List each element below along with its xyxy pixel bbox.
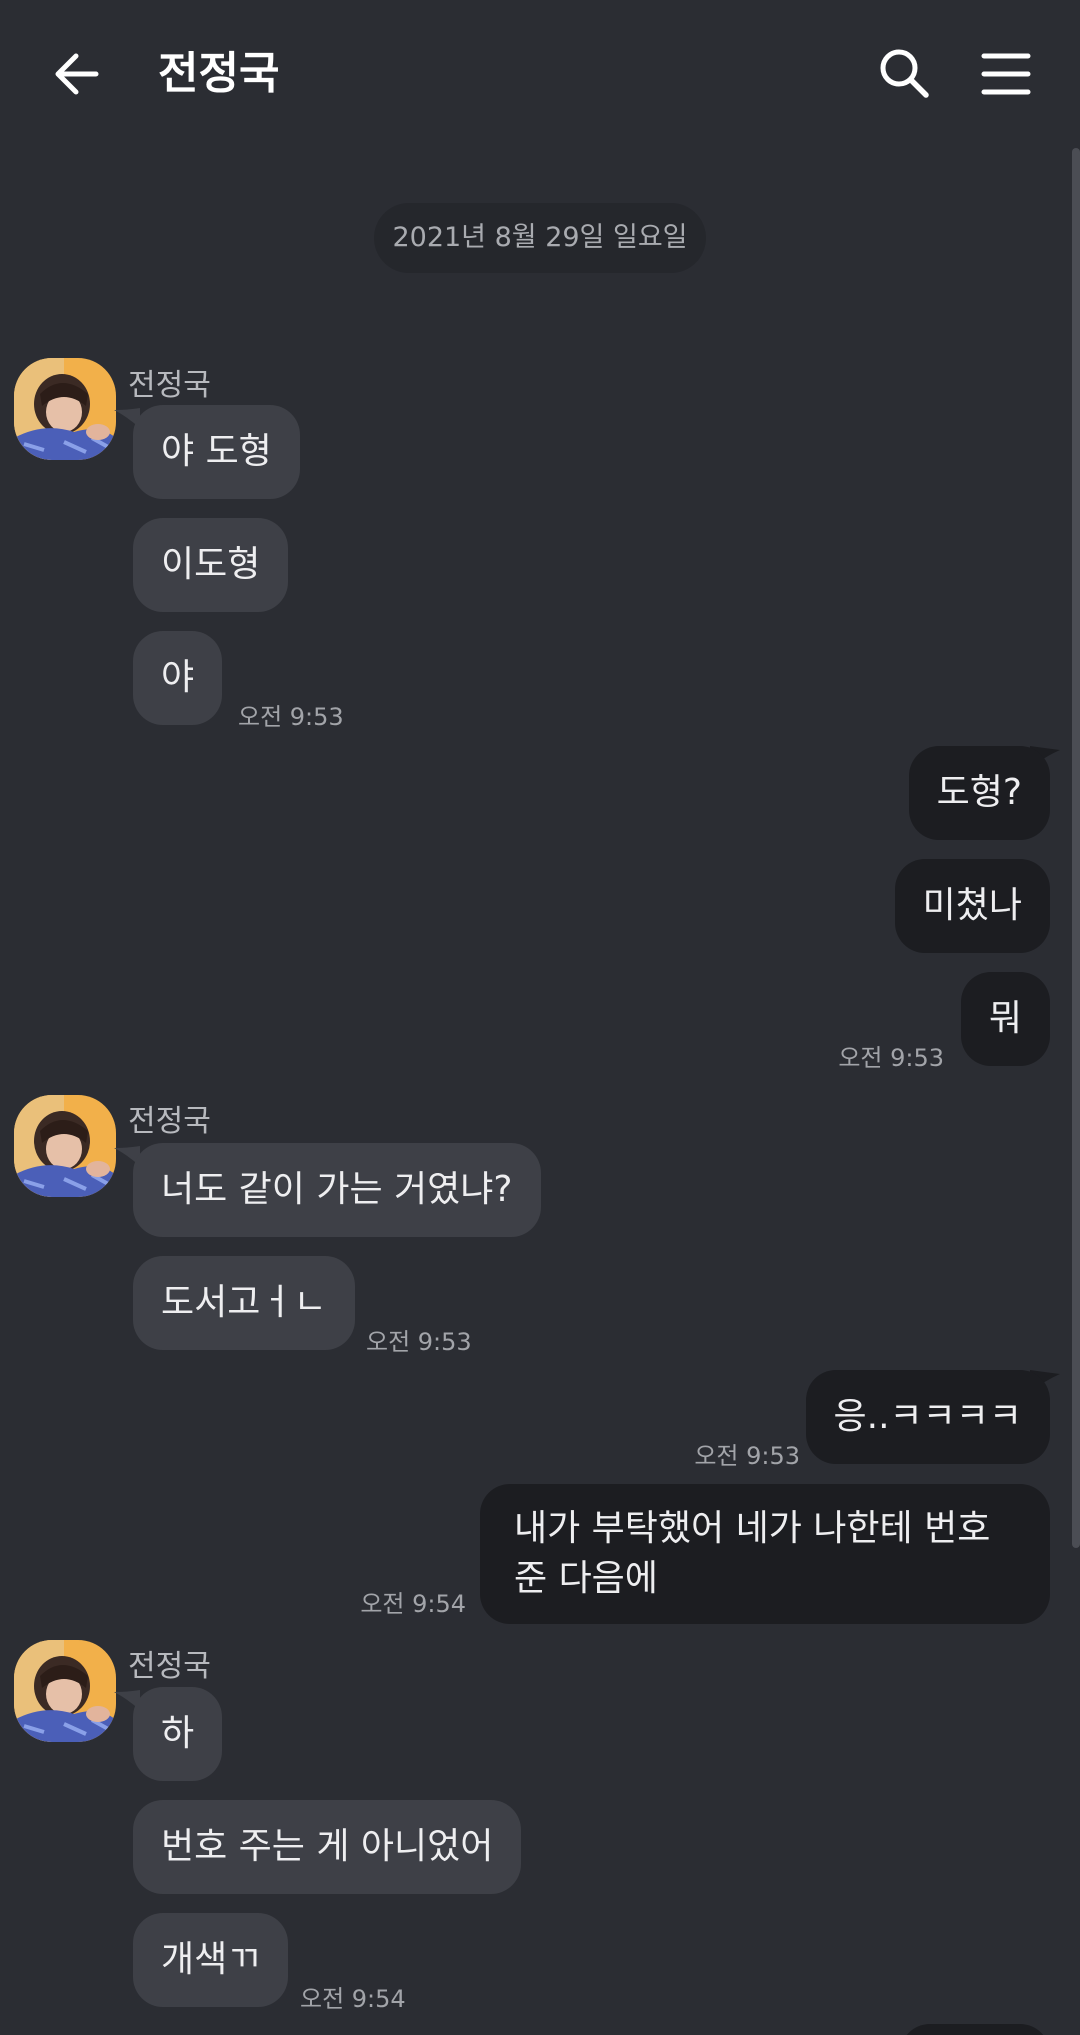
message-bubble[interactable]: 야 도형 <box>133 405 300 499</box>
message-time: 오전 9:53 <box>366 1328 472 1356</box>
scrollbar[interactable] <box>1072 148 1080 1548</box>
message-time: 오전 9:54 <box>300 1985 406 2013</box>
message-time: 오전 9:53 <box>694 1442 800 1470</box>
hamburger-menu-icon <box>981 53 1031 95</box>
message-bubble[interactable]: 도서고ㅓㄴ <box>133 1256 355 1350</box>
avatar[interactable] <box>14 1095 116 1197</box>
message-bubble[interactable]: 이도형 <box>133 518 289 612</box>
message-bubble[interactable]: 야 <box>133 631 223 725</box>
search-icon <box>880 49 929 98</box>
message-bubble[interactable]: 너도 같이 가는 거였냐? <box>133 1143 541 1237</box>
avatar[interactable] <box>14 1640 116 1742</box>
avatar-image <box>14 1095 116 1197</box>
chat-screen: 전정국 2021년 8월 29일 일요일 전정국 야 도형 이도형 야 오전 9… <box>0 0 1080 2035</box>
avatar-image <box>14 358 116 460</box>
sender-name: 전정국 <box>128 1104 211 1139</box>
message-bubble[interactable]: 하 <box>133 1687 223 1781</box>
message-bubble[interactable]: 내가 부탁했어 네가 나한테 번호 준 다음에 <box>480 1484 1050 1624</box>
sender-name: 전정국 <box>128 368 211 403</box>
message-bubble[interactable]: 뭐 <box>960 972 1050 1066</box>
arrow-left-icon <box>55 53 99 95</box>
chat-title: 전정국 <box>158 48 280 99</box>
message-bubble[interactable]: 응..ㅋㅋㅋㅋ <box>805 1370 1050 1464</box>
message-time: 오전 9:53 <box>238 703 344 731</box>
message-bubble[interactable]: 번호 주는 게 아니었어 <box>133 1800 522 1894</box>
date-divider: 2021년 8월 29일 일요일 <box>374 203 706 273</box>
message-bubble[interactable]: 도형? <box>908 746 1050 840</box>
message-bubble-partial[interactable] <box>900 2024 1050 2035</box>
search-button[interactable] <box>874 44 934 104</box>
chat-header: 전정국 <box>0 0 1080 150</box>
avatar-image <box>14 1640 116 1742</box>
menu-button[interactable] <box>976 44 1036 104</box>
avatar[interactable] <box>14 358 116 460</box>
message-time: 오전 9:54 <box>360 1590 466 1618</box>
message-bubble[interactable]: 미쳤나 <box>894 859 1050 953</box>
message-time: 오전 9:53 <box>838 1044 944 1072</box>
back-button[interactable] <box>48 44 108 104</box>
message-bubble[interactable]: 개색ㄲ <box>133 1913 289 2007</box>
sender-name: 전정국 <box>128 1649 211 1684</box>
